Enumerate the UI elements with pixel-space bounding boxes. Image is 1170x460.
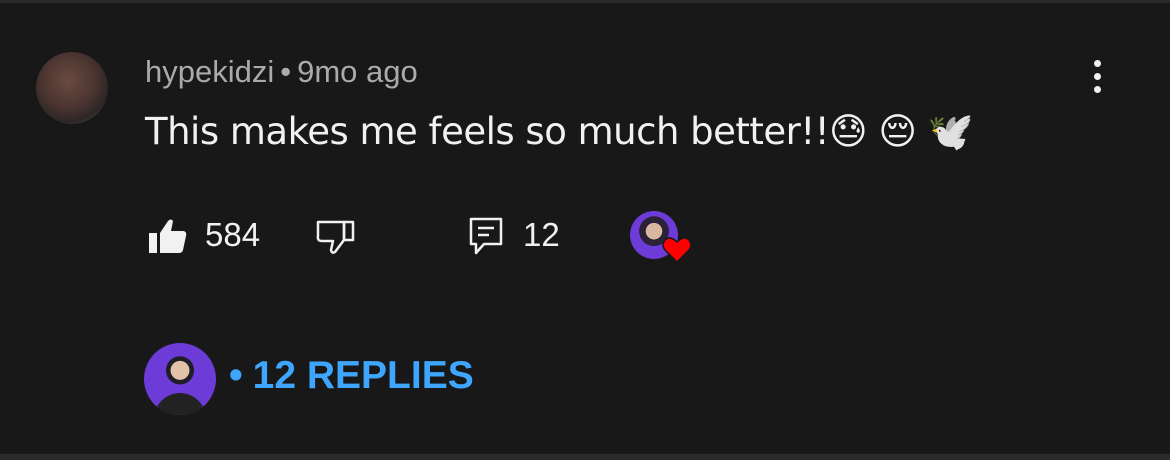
reply-comment-icon[interactable] [468, 216, 504, 256]
comment-meta: hypekidzi • 9mo ago [145, 54, 418, 90]
comment-time: 9mo ago [297, 54, 418, 89]
reply-count: 12 [523, 216, 560, 253]
comment-text: This makes me feels so much better!!😓 😔 … [145, 110, 974, 153]
like-count: 584 [205, 216, 261, 253]
top-divider [0, 0, 1170, 3]
meta-separator: • [280, 54, 292, 89]
view-replies-button[interactable]: • 12 REPLIES [229, 354, 474, 398]
thumbs-down-icon[interactable] [316, 218, 356, 254]
comment-author[interactable]: hypekidzi [145, 54, 274, 89]
creator-heart-badge [630, 211, 692, 269]
avatar-shoulders [154, 393, 206, 415]
replies-dot: • [229, 354, 243, 397]
bottom-divider [0, 454, 1170, 460]
kebab-menu-icon[interactable] [1082, 56, 1114, 96]
thumbs-up-icon[interactable] [148, 218, 188, 254]
commenter-avatar[interactable] [36, 52, 108, 124]
heart-icon [662, 237, 692, 263]
replies-label: 12 REPLIES [252, 354, 474, 397]
replies-creator-avatar[interactable] [144, 343, 216, 415]
